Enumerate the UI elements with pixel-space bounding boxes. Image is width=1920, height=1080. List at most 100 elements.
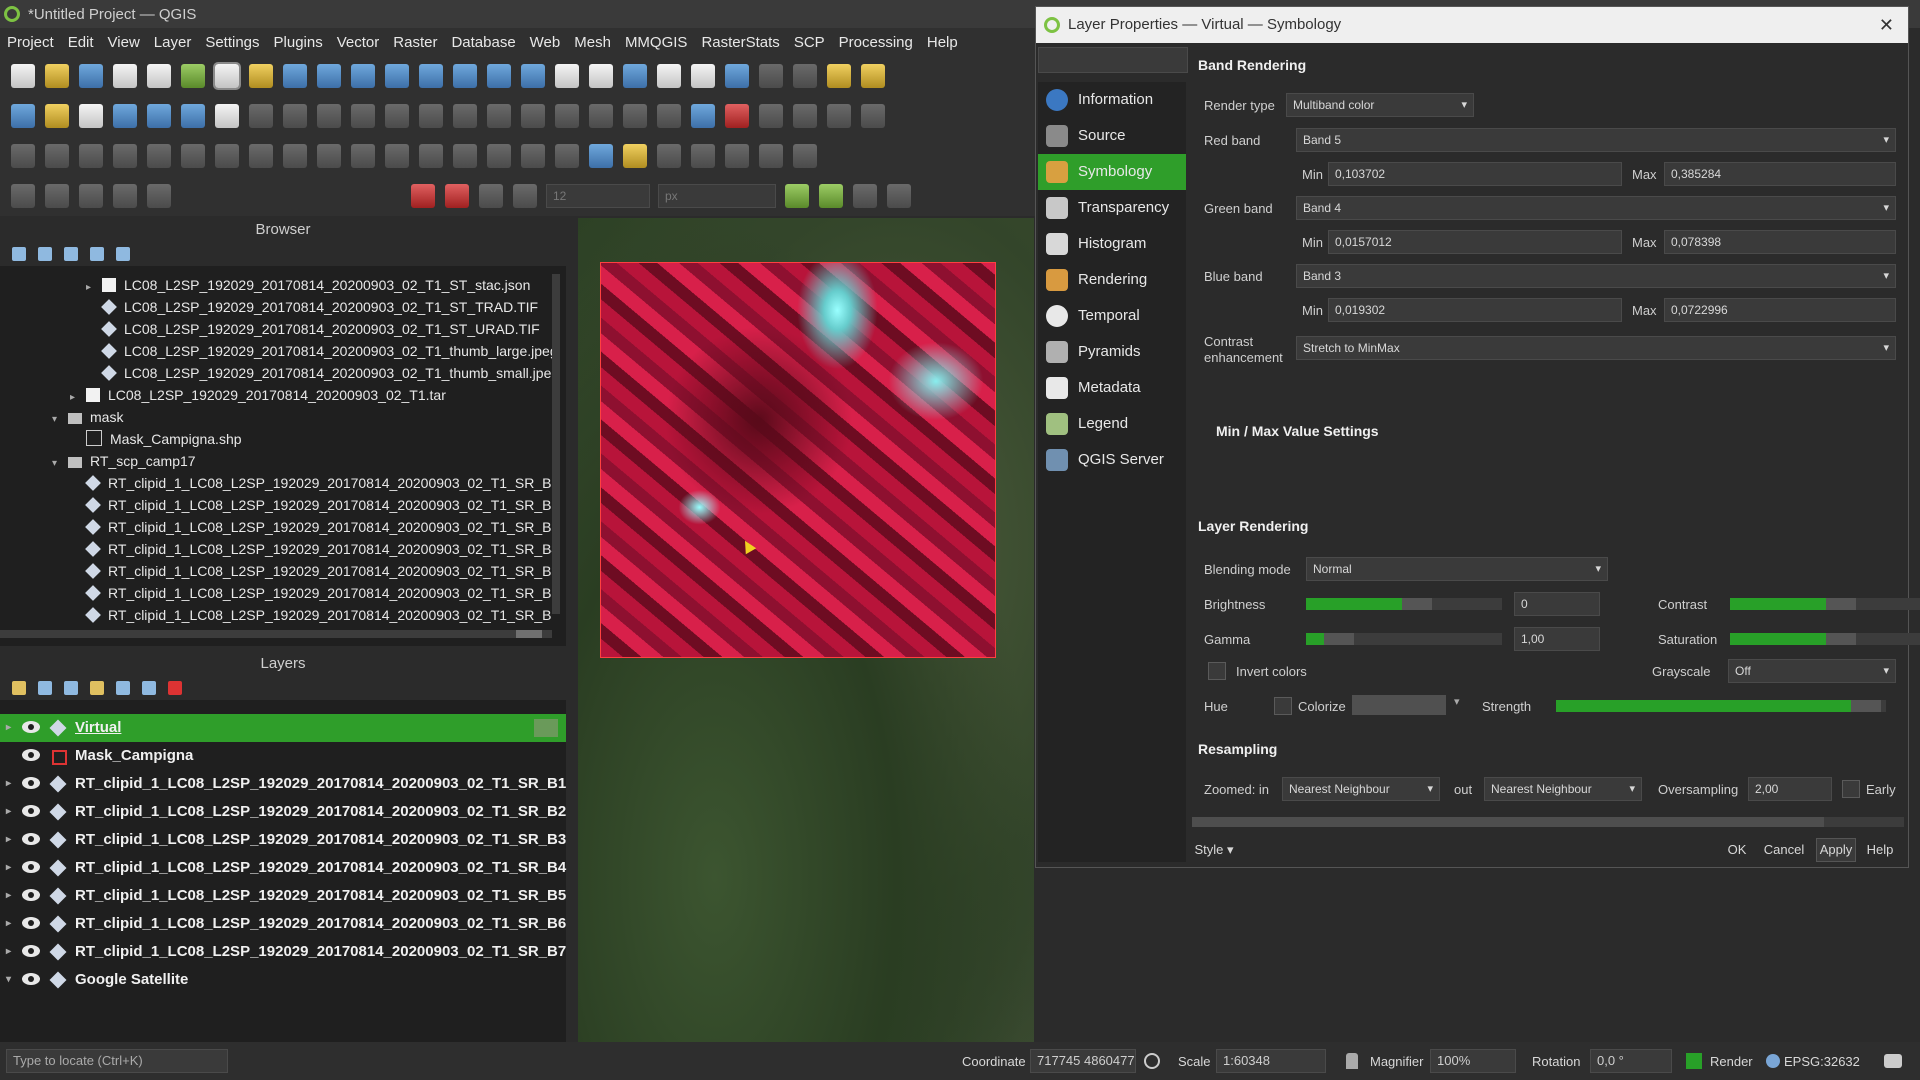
merge-features-icon[interactable] — [521, 144, 545, 168]
show-hide-labels-icon[interactable] — [759, 104, 783, 128]
layer-row[interactable]: ▸ RT_clipid_1_LC08_L2SP_192029_20170814_2… — [0, 854, 566, 882]
reverse-line-icon[interactable] — [385, 144, 409, 168]
resampling-header[interactable]: Resampling — [1198, 741, 1277, 757]
colorize-checkbox[interactable] — [1274, 697, 1292, 715]
expand-arrow-icon[interactable]: ▸ — [6, 882, 11, 910]
zoom-to-selection-icon[interactable] — [385, 64, 409, 88]
strength-slider[interactable] — [1556, 700, 1886, 712]
visibility-eye-icon[interactable] — [22, 749, 40, 761]
toggle-editing-icon[interactable] — [283, 104, 307, 128]
zoom-last-icon[interactable] — [487, 64, 511, 88]
visibility-eye-icon[interactable] — [22, 861, 40, 873]
menu-layer[interactable]: Layer — [147, 34, 199, 51]
cut-features-icon[interactable] — [453, 104, 477, 128]
layer-rendering-header[interactable]: Layer Rendering — [1198, 518, 1308, 534]
style-menu-button[interactable]: Style ▾ — [1194, 838, 1234, 862]
help-button[interactable]: Help — [1862, 838, 1898, 862]
expand-arrow-icon[interactable]: ▸ — [6, 798, 11, 826]
split-parts-icon[interactable] — [487, 144, 511, 168]
new-spatialite-icon[interactable] — [113, 104, 137, 128]
cancel-button[interactable]: Cancel — [1760, 838, 1808, 862]
add-group-icon[interactable] — [38, 681, 52, 695]
zoom-next-icon[interactable] — [521, 64, 545, 88]
tracing-icon[interactable] — [887, 184, 911, 208]
trim-extend-icon[interactable] — [419, 144, 443, 168]
tree-item[interactable]: RT_clipid_1_LC08_L2SP_192029_20170814_20… — [0, 582, 552, 604]
zoom-to-layer-icon[interactable] — [419, 64, 443, 88]
visibility-eye-icon[interactable] — [22, 833, 40, 845]
delete-part-icon[interactable] — [283, 144, 307, 168]
browser-vertical-scrollbar[interactable] — [552, 274, 560, 614]
snap-intersection-icon[interactable] — [853, 184, 877, 208]
blue-band-select[interactable]: Band 3 — [1296, 264, 1896, 288]
new-temporary-layer-icon[interactable] — [181, 104, 205, 128]
add-selected-layers-icon[interactable] — [12, 247, 26, 261]
nav-metadata[interactable]: Metadata — [1038, 370, 1186, 406]
layer-row[interactable]: ▸ RT_clipid_1_LC08_L2SP_192029_20170814_2… — [0, 938, 566, 966]
paste-features-icon[interactable] — [521, 104, 545, 128]
snapping-mode-icon[interactable] — [479, 184, 503, 208]
tree-item[interactable]: ▸ LC08_L2SP_192029_20170814_20200903_02_T… — [0, 384, 552, 406]
scp-preview-icon[interactable] — [793, 144, 817, 168]
colorize-color-button[interactable] — [1352, 695, 1446, 715]
blue-max-input[interactable]: 0,0722996 — [1664, 298, 1896, 322]
scp-tool-icon[interactable] — [657, 144, 681, 168]
invert-colors-checkbox[interactable] — [1208, 662, 1226, 680]
menu-plugins[interactable]: Plugins — [267, 34, 330, 51]
nav-legend[interactable]: Legend — [1038, 406, 1186, 442]
gamma-slider[interactable] — [1306, 633, 1502, 645]
nav-histogram[interactable]: Histogram — [1038, 226, 1186, 262]
redo-icon[interactable] — [589, 104, 613, 128]
snapping-red-icon[interactable] — [445, 184, 469, 208]
visibility-eye-icon[interactable] — [22, 889, 40, 901]
expand-arrow-icon[interactable]: ▸ — [6, 910, 11, 938]
collapse-all-icon[interactable] — [90, 247, 104, 261]
zoom-in-icon[interactable] — [283, 64, 307, 88]
refresh-icon[interactable] — [725, 64, 749, 88]
layer-row[interactable]: ▸ RT_clipid_1_LC08_L2SP_192029_20170814_2… — [0, 882, 566, 910]
deselect-icon[interactable] — [861, 64, 885, 88]
red-band-select[interactable]: Band 5 — [1296, 128, 1896, 152]
layer-row[interactable]: ▸ RT_clipid_1_LC08_L2SP_192029_20170814_2… — [0, 910, 566, 938]
blue-min-input[interactable]: 0,019302 — [1328, 298, 1622, 322]
copy-features-icon[interactable] — [487, 104, 511, 128]
brightness-slider[interactable] — [1306, 598, 1502, 610]
grayscale-select[interactable]: Off — [1728, 659, 1896, 683]
scp-roi-icon[interactable] — [725, 144, 749, 168]
show-bookmarks-icon[interactable] — [657, 64, 681, 88]
min-max-settings-header[interactable]: Min / Max Value Settings — [1216, 423, 1379, 439]
tree-item[interactable]: RT_clipid_1_LC08_L2SP_192029_20170814_20… — [0, 604, 552, 624]
georeferencer-icon[interactable] — [589, 144, 613, 168]
undo-icon[interactable] — [555, 104, 579, 128]
layer-row[interactable]: ▸ RT_clipid_1_LC08_L2SP_192029_20170814_2… — [0, 770, 566, 798]
snapping-units-select[interactable]: px — [658, 184, 776, 208]
expand-arrow-icon[interactable]: ▸ — [6, 854, 11, 882]
tree-item[interactable]: LC08_L2SP_192029_20170814_20200903_02_T1… — [0, 340, 552, 362]
early-resampling-checkbox[interactable] — [1842, 780, 1860, 798]
nav-symbology[interactable]: Symbology — [1038, 154, 1186, 190]
visibility-eye-icon[interactable] — [22, 721, 40, 733]
render-checkbox[interactable] — [1686, 1053, 1702, 1069]
nav-temporal[interactable]: Temporal — [1038, 298, 1186, 334]
new-print-layout-icon[interactable] — [113, 64, 137, 88]
rotate-feature-icon[interactable] — [79, 144, 103, 168]
tree-item[interactable]: LC08_L2SP_192029_20170814_20200903_02_T1… — [0, 296, 552, 318]
scp-band-icon[interactable] — [691, 144, 715, 168]
tree-item[interactable]: LC08_L2SP_192029_20170814_20200903_02_T1… — [0, 362, 552, 384]
snapping-toggle-icon[interactable] — [411, 184, 435, 208]
delete-ring-icon[interactable] — [249, 144, 273, 168]
band-rendering-header[interactable]: Band Rendering — [1198, 57, 1306, 73]
messages-icon[interactable] — [1884, 1054, 1902, 1068]
layout-manager-icon[interactable] — [147, 64, 171, 88]
visibility-eye-icon[interactable] — [22, 945, 40, 957]
new-virtual-layer-icon[interactable] — [147, 104, 171, 128]
zoom-out-icon[interactable] — [317, 64, 341, 88]
open-attribute-table-icon[interactable] — [215, 104, 239, 128]
remove-layer-icon[interactable] — [168, 681, 182, 695]
data-source-manager-icon[interactable] — [11, 104, 35, 128]
topological-editing-icon[interactable] — [785, 184, 809, 208]
menu-view[interactable]: View — [101, 34, 147, 51]
layer-filter-indicator-icon[interactable] — [534, 719, 558, 737]
menu-database[interactable]: Database — [444, 34, 522, 51]
offset-curve-icon[interactable] — [351, 144, 375, 168]
